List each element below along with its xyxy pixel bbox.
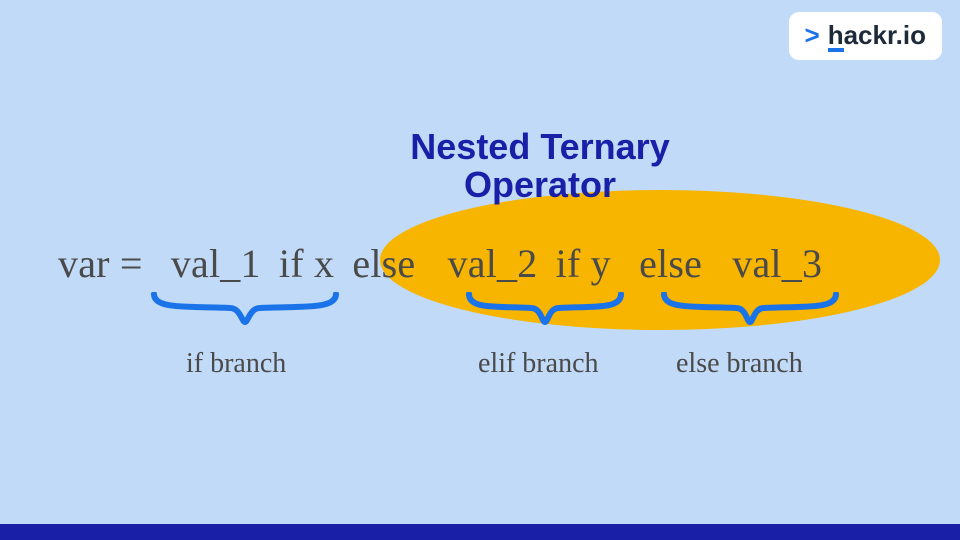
- title-line-2: Operator: [120, 166, 960, 204]
- logo-prefix: h: [828, 23, 844, 52]
- code-ifx: if x: [279, 240, 334, 287]
- brace-elif: [465, 292, 625, 328]
- logo-badge: > hackr.io: [789, 12, 942, 60]
- brace-if: [150, 292, 340, 328]
- code-val1: val_1: [171, 240, 261, 287]
- logo-text: hackr.io: [828, 20, 926, 52]
- code-val3: val_3: [732, 240, 822, 287]
- code-val2: val_2: [448, 240, 538, 287]
- label-else-branch: else branch: [676, 348, 803, 380]
- footer-accent-bar: [0, 524, 960, 540]
- code-lhs: var =: [58, 240, 143, 287]
- code-else1: else: [352, 240, 415, 287]
- chevron-icon: >: [805, 20, 820, 51]
- code-else2: else: [639, 240, 702, 287]
- diagram-title: Nested Ternary Operator: [0, 128, 960, 204]
- code-expression: var = val_1 if x else val_2 if y else va…: [58, 240, 920, 287]
- logo-rest: ackr.io: [844, 20, 926, 50]
- label-elif-branch: elif branch: [478, 348, 599, 380]
- code-ify: if y: [556, 240, 611, 287]
- label-if-branch: if branch: [186, 348, 286, 380]
- brace-else: [660, 292, 840, 328]
- title-line-1: Nested Ternary: [120, 128, 960, 166]
